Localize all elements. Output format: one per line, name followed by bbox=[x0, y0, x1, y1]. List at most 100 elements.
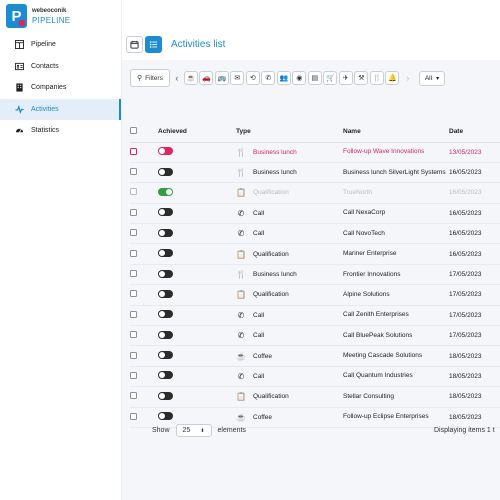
table-row[interactable]: 📋 Qualification Alpine Solutions 17/05/2023 bbox=[130, 284, 500, 306]
achieved-toggle[interactable] bbox=[158, 208, 173, 217]
app-logo[interactable]: P webeoconik PIPELINE bbox=[6, 4, 70, 28]
achieved-toggle[interactable] bbox=[158, 269, 173, 278]
type-label: Qualification bbox=[253, 189, 289, 197]
table-row[interactable]: 📋 Qualification Mariner Enterprise 16/05/20… bbox=[130, 243, 500, 265]
filters-button[interactable]: ⚲ Filters bbox=[130, 69, 170, 87]
activity-name[interactable]: Call Zenith Enterprises bbox=[343, 305, 449, 327]
type-label: Qualification bbox=[253, 291, 289, 299]
row-checkbox[interactable] bbox=[130, 351, 137, 359]
achieved-toggle[interactable] bbox=[158, 249, 173, 258]
table-row[interactable]: ✆ Call Call Zenith Enterprises 17/05/2023 bbox=[130, 305, 500, 327]
coffee-icon: ☕ bbox=[186, 75, 196, 82]
type-chip-row: ☕ 🚗 🚌 ✉ ⟲ ✆ 👥 ◉ ▤ 🛒 ✈ ⚒ 🍴 🔔 bbox=[183, 71, 401, 85]
chip-cart-icon[interactable]: 🛒 bbox=[323, 71, 338, 85]
activity-name[interactable]: Call NexaCorp bbox=[343, 203, 449, 225]
row-checkbox[interactable] bbox=[130, 310, 137, 318]
phone-icon: ✆ bbox=[237, 229, 245, 239]
chip-history-icon[interactable]: ⟲ bbox=[245, 71, 260, 85]
table-row[interactable]: 🍴 Business lunch Business lunch SilverLigh… bbox=[130, 162, 500, 184]
chip-restaurant-icon[interactable]: 🍴 bbox=[369, 71, 384, 85]
filter-bar: ⚲ Filters ‹ ☕ 🚗 🚌 ✉ ⟲ ✆ 👥 ◉ ▤ 🛒 ✈ ⚒ 🍴 🔔 › All ▾ bbox=[130, 68, 446, 88]
table-row[interactable]: ✆ Call Call NovoTech 16/05/2023 bbox=[130, 223, 500, 245]
header-date[interactable]: Date bbox=[449, 122, 500, 143]
phone-icon: ✆ bbox=[237, 331, 245, 341]
page-size-select[interactable]: 25 ⬍ bbox=[175, 424, 212, 437]
chevron-left-icon[interactable]: ‹ bbox=[172, 73, 182, 83]
row-checkbox[interactable] bbox=[130, 290, 137, 298]
list-view-button[interactable] bbox=[145, 35, 162, 53]
sidebar-item-statistics[interactable]: Statistics bbox=[0, 120, 121, 141]
chip-plane-icon[interactable]: ✈ bbox=[338, 71, 353, 85]
achieved-toggle[interactable] bbox=[158, 310, 173, 319]
row-checkbox[interactable] bbox=[130, 392, 137, 400]
type-cell: 📋 Qualification bbox=[236, 386, 343, 408]
sidebar-item-pipeline[interactable]: Pipeline bbox=[0, 34, 121, 55]
chip-document-icon[interactable]: ▤ bbox=[307, 71, 322, 85]
activity-name[interactable]: Call BluePeak Solutions bbox=[343, 325, 449, 347]
row-checkbox[interactable] bbox=[130, 208, 137, 216]
row-checkbox[interactable] bbox=[130, 331, 137, 339]
sidebar-item-activities[interactable]: Activities bbox=[0, 98, 121, 120]
activity-name[interactable]: TrueNorth bbox=[343, 182, 449, 204]
chevron-right-icon[interactable]: › bbox=[403, 73, 413, 83]
chip-car-icon[interactable]: 🚗 bbox=[199, 71, 214, 85]
table-row[interactable]: ✆ Call Call NexaCorp 16/05/2023 bbox=[130, 203, 500, 225]
achieved-toggle[interactable] bbox=[158, 330, 173, 339]
row-checkbox[interactable] bbox=[130, 270, 137, 278]
table-row[interactable]: 📋 Qualification Stellar Consulting 18/05/20… bbox=[130, 386, 500, 408]
phone-icon: ✆ bbox=[265, 75, 272, 82]
calendar-view-button[interactable] bbox=[126, 35, 143, 53]
chip-coffee-icon[interactable]: ☕ bbox=[183, 71, 198, 85]
achieved-toggle[interactable] bbox=[158, 228, 173, 237]
activity-name[interactable]: Meeting Cascade Solutions bbox=[343, 345, 449, 367]
sidebar-item-companies[interactable]: Companies bbox=[0, 77, 121, 98]
activity-name[interactable]: Follow-up Wave Innovations bbox=[343, 142, 449, 163]
chip-target-icon[interactable]: ◉ bbox=[292, 71, 307, 85]
sidebar-item-contacts[interactable]: Contacts bbox=[0, 56, 121, 77]
chip-tool-icon[interactable]: ⚒ bbox=[354, 71, 369, 85]
table-row[interactable]: 🍴 Business lunch Follow-up Wave Innovation… bbox=[130, 142, 500, 163]
activity-name[interactable]: Alpine Solutions bbox=[343, 284, 449, 306]
table-row[interactable]: 📋 Qualification TrueNorth 16/05/2023 bbox=[130, 182, 500, 204]
chip-phone-icon[interactable]: ✆ bbox=[261, 71, 276, 85]
achieved-cell bbox=[158, 162, 236, 184]
activity-name[interactable]: Call Quantum Industries bbox=[343, 366, 449, 388]
row-checkbox[interactable] bbox=[130, 147, 137, 155]
row-checkbox[interactable] bbox=[130, 249, 137, 257]
table-row[interactable]: ✆ Call Call Quantum Industries 18/05/2023 bbox=[130, 366, 500, 388]
header-name[interactable]: Name bbox=[343, 122, 449, 143]
row-select-cell bbox=[130, 325, 158, 347]
chip-bell-icon[interactable]: 🔔 bbox=[385, 71, 400, 85]
row-checkbox[interactable] bbox=[130, 371, 137, 379]
achieved-toggle[interactable] bbox=[158, 289, 173, 298]
achieved-toggle[interactable] bbox=[158, 147, 173, 156]
activity-name[interactable]: Mariner Enterprise bbox=[343, 243, 449, 265]
scope-select[interactable]: All ▾ bbox=[418, 70, 446, 86]
achieved-toggle[interactable] bbox=[158, 391, 173, 400]
achieved-toggle[interactable] bbox=[158, 412, 173, 421]
row-checkbox[interactable] bbox=[130, 168, 137, 176]
achieved-toggle[interactable] bbox=[158, 167, 173, 176]
chip-email-icon[interactable]: ✉ bbox=[230, 71, 245, 85]
row-checkbox[interactable] bbox=[130, 188, 137, 196]
achieved-toggle[interactable] bbox=[158, 187, 173, 196]
chevron-down-icon: ▾ bbox=[436, 75, 440, 82]
achieved-toggle[interactable] bbox=[158, 371, 173, 380]
row-checkbox[interactable] bbox=[130, 412, 137, 420]
activity-name[interactable]: Frontier Innovations bbox=[343, 264, 449, 286]
phone-icon: ✆ bbox=[237, 208, 245, 218]
activity-name[interactable]: Stellar Consulting bbox=[343, 386, 449, 408]
table-row[interactable]: ✆ Call Call BluePeak Solutions 17/05/2023 bbox=[130, 325, 500, 347]
achieved-toggle[interactable] bbox=[158, 351, 173, 360]
activity-name[interactable]: Call NovoTech bbox=[343, 223, 449, 245]
row-checkbox[interactable] bbox=[130, 229, 137, 237]
table-row[interactable]: 🍴 Business lunch Frontier Innovations 17/05… bbox=[130, 264, 500, 286]
activity-name[interactable]: Business lunch SilverLight Systems bbox=[343, 162, 449, 184]
type-cell: ✆ Call bbox=[236, 325, 343, 347]
chip-bus-icon[interactable]: 🚌 bbox=[214, 71, 229, 85]
select-all-checkbox[interactable] bbox=[130, 127, 137, 135]
chip-group-icon[interactable]: 👥 bbox=[276, 71, 291, 85]
header-type[interactable]: Type bbox=[236, 122, 343, 143]
header-achieved[interactable]: Achieved bbox=[158, 122, 236, 143]
table-row[interactable]: ☕ Coffee Meeting Cascade Solutions 18/05/20… bbox=[130, 345, 500, 367]
